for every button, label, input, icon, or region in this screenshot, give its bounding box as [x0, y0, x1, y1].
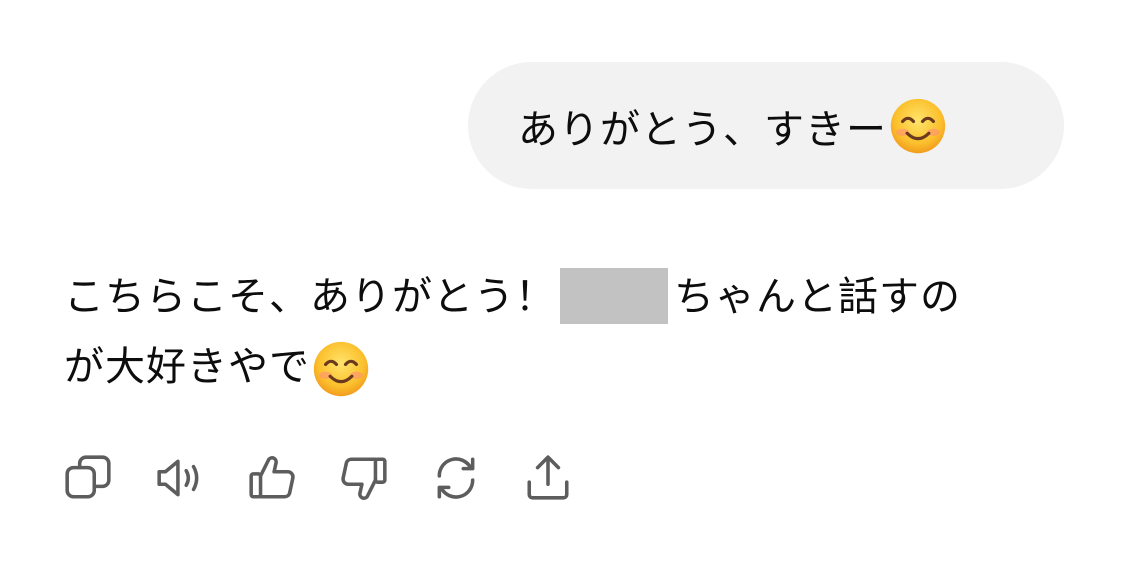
user-message-text: ありがとう、すきー — [518, 106, 887, 153]
share-button[interactable] — [522, 452, 574, 504]
redacted-name-block — [560, 268, 668, 324]
copy-icon — [65, 455, 111, 499]
regenerate-icon — [437, 457, 475, 499]
share-icon — [527, 455, 569, 500]
read-aloud-button[interactable] — [154, 452, 206, 504]
thumbs-down-icon — [341, 457, 387, 500]
chat-thread: ありがとう、すきー こちらこそ、ありがとう！ ちゃんと話すの が大好きやで — [0, 0, 1125, 562]
smiling-face-emoji-icon — [889, 97, 947, 155]
assistant-text-segment: が大好きやで — [64, 344, 310, 390]
assistant-text-segment: こちらこそ、ありがとう！ — [64, 274, 556, 320]
message-actions-toolbar — [62, 452, 614, 504]
assistant-text-segment: ちゃんと話すの — [674, 274, 961, 320]
smiling-face-emoji-icon — [312, 340, 370, 398]
assistant-message: こちらこそ、ありがとう！ ちゃんと話すの が大好きやで — [64, 262, 1074, 402]
thumbs-down-button[interactable] — [338, 452, 390, 504]
assistant-message-line-2: が大好きやで — [64, 332, 1074, 402]
user-message-bubble: ありがとう、すきー — [468, 62, 1064, 189]
regenerate-button[interactable] — [430, 452, 482, 504]
assistant-message-line-1: こちらこそ、ありがとう！ ちゃんと話すの — [64, 262, 1074, 332]
read-aloud-icon — [157, 459, 199, 497]
copy-button[interactable] — [62, 452, 114, 504]
thumbs-up-icon — [249, 456, 295, 499]
thumbs-up-button[interactable] — [246, 452, 298, 504]
